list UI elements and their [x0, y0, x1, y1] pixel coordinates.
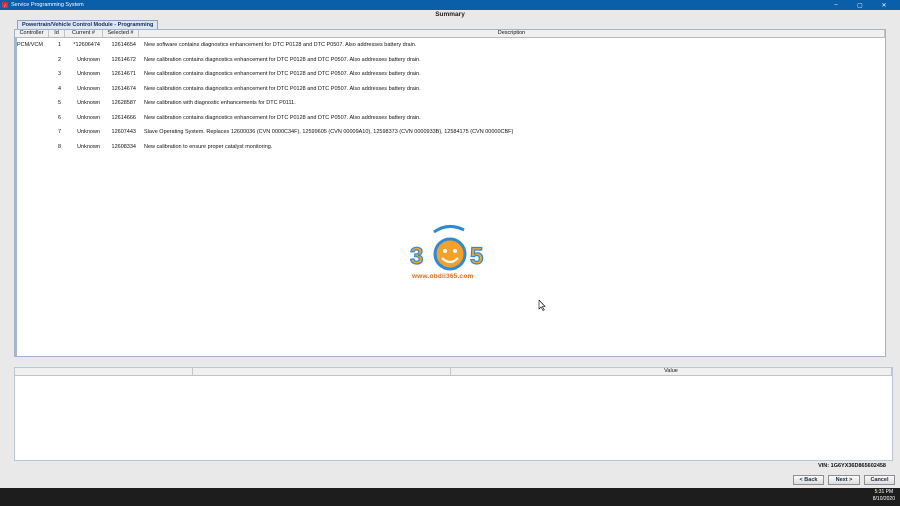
programming-summary-table: Controller Id Current # Selected # Descr…	[14, 29, 886, 357]
detail-column-header-2[interactable]	[193, 368, 451, 375]
cancel-button[interactable]: Cancel	[864, 475, 895, 485]
back-button[interactable]: < Back	[793, 475, 824, 485]
cell-id: 4	[57, 85, 61, 92]
cell-id: 8	[57, 143, 61, 150]
cell-selected-number: 12607443	[111, 129, 136, 136]
cell-id: 6	[57, 114, 61, 121]
cell-current-number: Unknown	[77, 143, 100, 150]
panel-edge	[15, 38, 17, 356]
column-header-current[interactable]: Current #	[65, 30, 103, 37]
clock-date: 8/10/2020	[872, 496, 895, 502]
window-title: Service Programming System	[11, 2, 84, 8]
cell-description: New calibration contains diagnostics enh…	[144, 56, 421, 63]
column-header-id[interactable]: Id	[49, 30, 65, 37]
cell-selected-number: 12614671	[111, 71, 136, 78]
cell-id: 3	[57, 71, 61, 78]
cell-current-number: Unknown	[77, 71, 100, 78]
table-header: Controller Id Current # Selected # Descr…	[15, 30, 885, 38]
app-icon: ✓	[2, 2, 8, 8]
cell-description: New calibration contains diagnostics enh…	[144, 85, 421, 92]
cell-current-number: Unknown	[77, 56, 100, 63]
vin-label: VIN: 1G6YX36D865602458	[818, 463, 886, 469]
cell-current-number: Unknown	[77, 85, 100, 92]
cell-description: New calibration contains diagnostics enh…	[144, 114, 421, 121]
next-button[interactable]: Next >	[828, 475, 860, 485]
cell-description: New calibration with diagnostic enhancem…	[144, 100, 296, 107]
cell-id: 7	[57, 129, 61, 136]
tab-programming[interactable]: Powertrain/Vehicle Control Module - Prog…	[17, 20, 159, 29]
cell-selected-number: 12614674	[111, 85, 136, 92]
cell-selected-number: 12628587	[111, 100, 136, 107]
close-button[interactable]: ✕	[872, 0, 896, 10]
cell-description: Slave Operating System. Replaces 1260003…	[144, 129, 514, 136]
cell-selected-number: 12614666	[111, 114, 136, 121]
table-row[interactable]: 4 Unknown 12614674 New calibration contains…	[15, 82, 885, 97]
table-body: PCM/VCM 1 *12606474 12614654 New software co…	[15, 38, 885, 154]
table-row[interactable]: 3 Unknown 12614671 New calibration contains…	[15, 67, 885, 82]
detail-column-header-1[interactable]	[15, 368, 193, 375]
cell-current-number: Unknown	[77, 100, 100, 107]
system-clock[interactable]: 5:31 PM 8/10/2020	[873, 489, 895, 503]
cell-id: 5	[57, 100, 61, 107]
table-row[interactable]: 6 Unknown 12614666 New calibration contains…	[15, 111, 885, 126]
clock-time: 5:31 PM	[874, 489, 894, 495]
cell-selected-number: 12614672	[111, 56, 136, 63]
detail-table: Value	[14, 367, 893, 461]
cell-current-number: Unknown	[77, 129, 100, 136]
page-title: Summary	[435, 11, 465, 18]
watermark-url: www.obdii365.com	[412, 273, 474, 280]
detail-table-header: Value	[15, 368, 892, 376]
maximize-button[interactable]: ▢	[848, 0, 872, 10]
cell-current-number: *12606474	[73, 42, 100, 49]
minimize-button[interactable]: –	[824, 0, 848, 10]
cell-description: New calibration contains diagnostics enh…	[144, 71, 421, 78]
cell-controller: PCM/VCM	[17, 42, 43, 49]
cell-selected-number: 12614654	[111, 42, 136, 49]
column-header-controller[interactable]: Controller	[15, 30, 49, 37]
logo-digit-5: 5	[470, 243, 483, 270]
cell-selected-number: 12608334	[111, 143, 136, 150]
table-row[interactable]: 2 Unknown 12614672 New calibration contains…	[15, 53, 885, 68]
table-row[interactable]: 8 Unknown 12608334 New calibration to ensur…	[15, 140, 885, 155]
cell-id: 2	[57, 56, 61, 63]
table-row[interactable]: 7 Unknown 12607443 Slave Operating System. …	[15, 125, 885, 140]
table-row[interactable]: 5 Unknown 12628587 New calibration with dia…	[15, 96, 885, 111]
taskbar: 5:31 PM 8/10/2020	[0, 488, 900, 506]
cell-description: New calibration to ensure proper catalys…	[144, 143, 273, 150]
cell-current-number: Unknown	[77, 114, 100, 121]
title-bar: ✓ Service Programming System – ▢ ✕	[0, 0, 900, 10]
logo-digit-3: 3	[410, 243, 423, 270]
column-header-selected[interactable]: Selected #	[103, 30, 139, 37]
cell-description: New software contains diagnostics enhanc…	[144, 42, 417, 49]
cell-id: 1	[57, 42, 61, 49]
column-header-description[interactable]: Description	[139, 30, 885, 37]
mouse-cursor-icon	[538, 300, 546, 311]
table-row[interactable]: PCM/VCM 1 *12606474 12614654 New software co…	[15, 38, 885, 53]
detail-column-header-value[interactable]: Value	[451, 368, 892, 375]
